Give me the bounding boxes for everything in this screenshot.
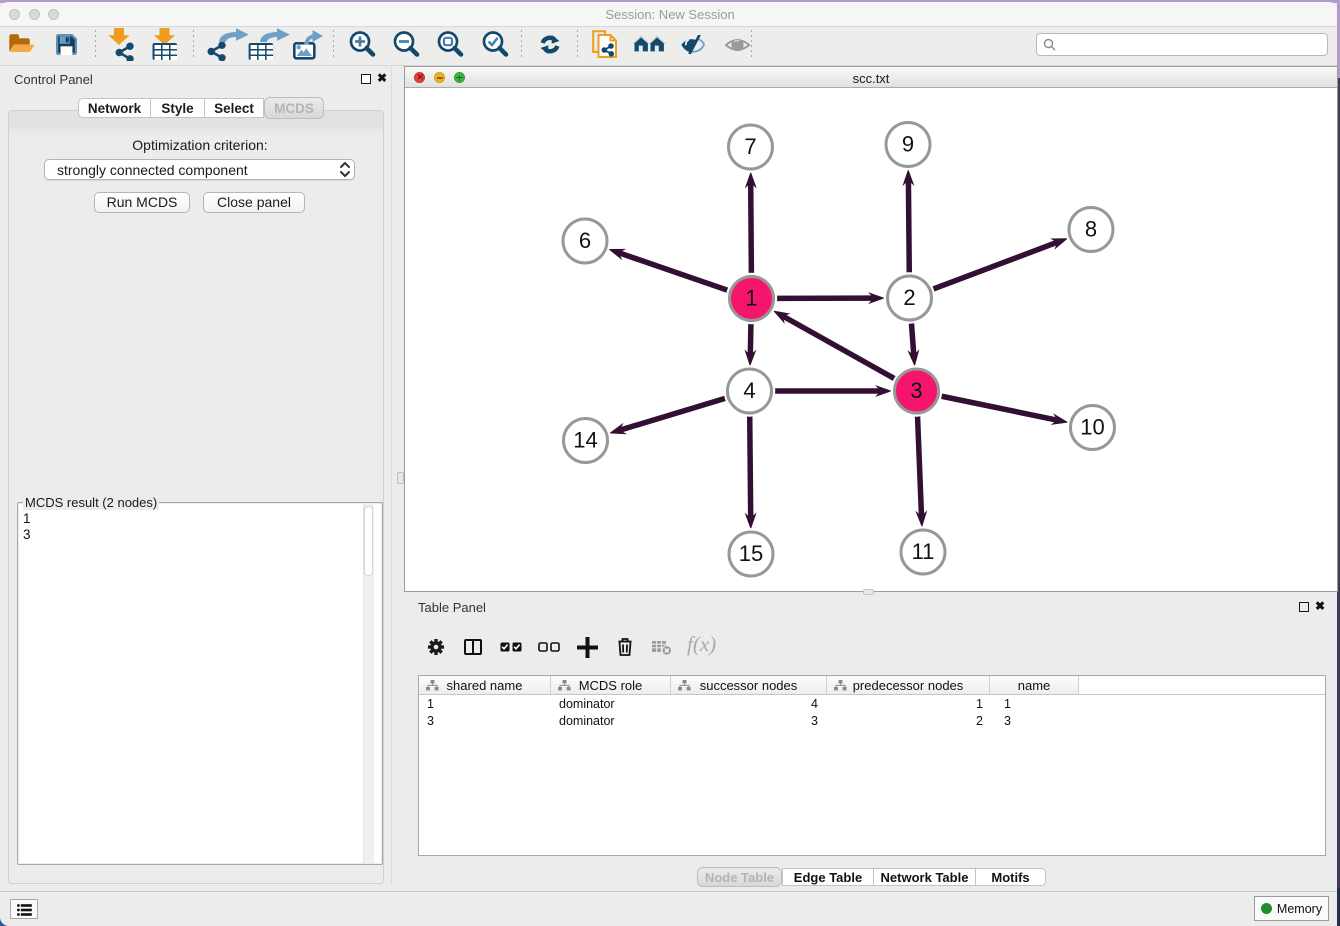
svg-text:14: 14	[573, 428, 597, 453]
svg-text:10: 10	[1080, 415, 1104, 440]
svg-text:6: 6	[579, 228, 591, 253]
svg-text:15: 15	[739, 541, 763, 566]
svg-text:3: 3	[910, 378, 922, 403]
svg-text:11: 11	[912, 539, 935, 564]
svg-text:7: 7	[744, 134, 756, 159]
svg-text:2: 2	[903, 285, 915, 310]
svg-text:1: 1	[745, 286, 757, 311]
svg-text:8: 8	[1085, 217, 1097, 242]
svg-text:4: 4	[743, 378, 755, 403]
svg-text:9: 9	[902, 132, 914, 157]
